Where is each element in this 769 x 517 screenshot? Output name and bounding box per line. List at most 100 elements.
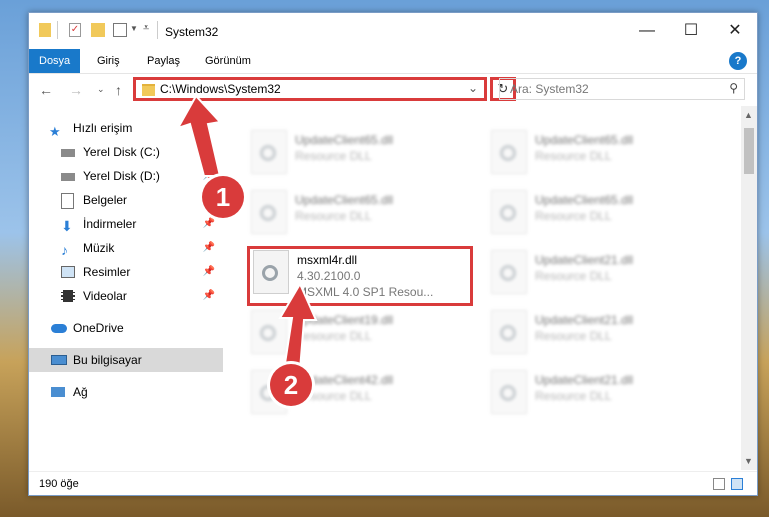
pin-icon[interactable]: 📌 bbox=[203, 140, 215, 164]
gear-icon bbox=[500, 385, 516, 401]
sidebar-item-videos[interactable]: Videolar 📌 bbox=[29, 284, 223, 308]
file-name: UpdateClient21.dll bbox=[535, 373, 634, 387]
address-bar[interactable]: C:\Windows\System32 ⌄ bbox=[133, 77, 487, 101]
new-folder-icon[interactable] bbox=[91, 23, 105, 37]
dll-file-icon bbox=[491, 370, 527, 414]
sidebar-item-label: OneDrive bbox=[73, 321, 124, 335]
file-item[interactable]: UpdateClient65.dll Resource DLL bbox=[489, 186, 719, 246]
video-icon bbox=[61, 290, 75, 302]
title-bar: ✓ ▼ ⩡ System32 — ☐ ✕ bbox=[29, 13, 757, 49]
pin-icon[interactable]: 📌 bbox=[203, 236, 215, 260]
sidebar-item-disk-c[interactable]: Yerel Disk (C:) 📌 bbox=[29, 140, 223, 164]
forward-arrow-icon[interactable]: → bbox=[69, 82, 83, 98]
sidebar-item-label: Bu bilgisayar bbox=[73, 353, 142, 367]
dll-file-icon bbox=[491, 130, 527, 174]
dll-file-icon bbox=[491, 250, 527, 294]
explorer-window: ✓ ▼ ⩡ System32 — ☐ ✕ Dosya Giriş Paylaş … bbox=[28, 12, 758, 496]
sidebar-item-quick-access[interactable]: ★ Hızlı erişim bbox=[29, 116, 223, 140]
file-name: UpdateClient65.dll bbox=[295, 133, 394, 147]
music-icon: ♪ bbox=[61, 242, 68, 258]
sidebar-item-this-pc[interactable]: Bu bilgisayar bbox=[29, 348, 223, 372]
view-toggle[interactable] bbox=[713, 478, 745, 490]
document-icon bbox=[61, 193, 74, 209]
file-item[interactable]: UpdateClient65.dll Resource DLL bbox=[249, 126, 479, 186]
sidebar-item-onedrive[interactable]: OneDrive bbox=[29, 316, 223, 340]
file-item[interactable]: UpdateClient21.dll Resource DLL bbox=[489, 246, 719, 306]
scroll-down-icon[interactable]: ▼ bbox=[744, 456, 753, 466]
file-description: Resource DLL bbox=[295, 329, 372, 343]
back-arrow-icon[interactable]: ← bbox=[39, 82, 53, 98]
vertical-scrollbar[interactable]: ▲ ▼ bbox=[741, 106, 757, 470]
pin-icon[interactable]: 📌 bbox=[203, 284, 215, 308]
gear-icon bbox=[500, 325, 516, 341]
sidebar-item-documents[interactable]: Belgeler 📌 bbox=[29, 188, 223, 212]
sidebar-item-label: Belgeler bbox=[83, 193, 128, 207]
recent-locations-icon[interactable]: ⌄ bbox=[97, 84, 105, 95]
sidebar-item-pictures[interactable]: Resimler 📌 bbox=[29, 260, 223, 284]
file-name: UpdateClient65.dll bbox=[535, 133, 634, 147]
file-item[interactable]: UpdateClient21.dll Resource DLL bbox=[489, 366, 719, 426]
dll-file-icon bbox=[251, 130, 287, 174]
dll-file-icon bbox=[491, 310, 527, 354]
chevron-down-icon[interactable]: ⌄ bbox=[468, 81, 478, 95]
navigation-bar: ← → ⌄ ↑ C:\Windows\System32 ⌄ ↻ Ara: Sys… bbox=[29, 74, 757, 106]
sidebar-item-label: Videolar bbox=[83, 289, 127, 303]
download-icon: ⬇ bbox=[61, 218, 73, 234]
gear-icon bbox=[260, 205, 276, 221]
navigation-pane: ★ Hızlı erişim Yerel Disk (C:) 📌 Yerel D… bbox=[29, 106, 223, 470]
address-path: C:\Windows\System32 bbox=[160, 82, 281, 96]
status-bar: 190 öğe bbox=[29, 471, 757, 496]
file-description: Resource DLL bbox=[295, 209, 372, 223]
sidebar-item-label: İndirmeler bbox=[83, 217, 137, 231]
file-description: Resource DLL bbox=[535, 389, 612, 403]
sidebar-item-music[interactable]: ♪ Müzik 📌 bbox=[29, 236, 223, 260]
cloud-icon bbox=[51, 324, 67, 333]
details-view-icon[interactable] bbox=[713, 478, 725, 490]
minimize-button[interactable]: — bbox=[625, 19, 669, 43]
scroll-up-icon[interactable]: ▲ bbox=[744, 110, 753, 120]
file-list: UpdateClient65.dll Resource DLL UpdateCli… bbox=[223, 106, 741, 470]
customize-quick-access-icon[interactable]: ⩡ bbox=[143, 22, 149, 35]
drive-icon bbox=[61, 149, 75, 157]
chevron-down-icon[interactable]: ▼ bbox=[130, 24, 138, 33]
tab-share[interactable]: Paylaş bbox=[137, 49, 190, 73]
pin-icon[interactable]: 📌 bbox=[203, 260, 215, 284]
file-item[interactable]: UpdateClient65.dll Resource DLL bbox=[249, 186, 479, 246]
file-item[interactable]: UpdateClient65.dll Resource DLL bbox=[489, 126, 719, 186]
maximize-button[interactable]: ☐ bbox=[669, 19, 713, 43]
computer-icon bbox=[51, 355, 67, 365]
tab-file[interactable]: Dosya bbox=[29, 49, 81, 73]
close-button[interactable]: ✕ bbox=[713, 19, 757, 43]
properties-icon[interactable]: ✓ bbox=[69, 23, 81, 37]
file-description: Resource DLL bbox=[535, 269, 612, 283]
star-icon: ★ bbox=[49, 124, 61, 139]
sidebar-item-label: Yerel Disk (D:) bbox=[83, 169, 160, 183]
rename-icon[interactable] bbox=[113, 23, 127, 37]
file-name: UpdateClient19.dll bbox=[295, 313, 394, 327]
gear-icon bbox=[500, 145, 516, 161]
sidebar-item-network[interactable]: Ağ bbox=[29, 380, 223, 404]
search-input[interactable]: Ara: System32 ⚲ bbox=[499, 78, 745, 100]
window-title: System32 bbox=[165, 25, 219, 39]
help-button[interactable]: ? bbox=[729, 52, 747, 70]
divider bbox=[57, 21, 58, 39]
tiles-view-icon[interactable] bbox=[731, 478, 743, 490]
file-name: UpdateClient65.dll bbox=[535, 193, 634, 207]
gear-icon bbox=[500, 205, 516, 221]
gear-icon bbox=[500, 265, 516, 281]
highlight-box bbox=[247, 246, 473, 306]
up-arrow-icon[interactable]: ↑ bbox=[115, 82, 122, 98]
sidebar-item-disk-d[interactable]: Yerel Disk (D:) 📌 bbox=[29, 164, 223, 188]
sidebar-item-label: Yerel Disk (C:) bbox=[83, 145, 160, 159]
scrollbar-thumb[interactable] bbox=[744, 128, 754, 174]
file-description: Resource DLL bbox=[295, 149, 372, 163]
sidebar-item-downloads[interactable]: ⬇ İndirmeler 📌 bbox=[29, 212, 223, 236]
tab-view[interactable]: Görünüm bbox=[195, 49, 261, 73]
sidebar-item-label: Resimler bbox=[83, 265, 131, 279]
file-item[interactable]: UpdateClient21.dll Resource DLL bbox=[489, 306, 719, 366]
file-description: Resource DLL bbox=[535, 149, 612, 163]
tab-home[interactable]: Giriş bbox=[87, 49, 130, 73]
file-item[interactable]: UpdateClient19.dll Resource DLL bbox=[249, 306, 479, 366]
step-badge-2: 2 bbox=[270, 364, 312, 406]
pictures-icon bbox=[61, 266, 75, 278]
